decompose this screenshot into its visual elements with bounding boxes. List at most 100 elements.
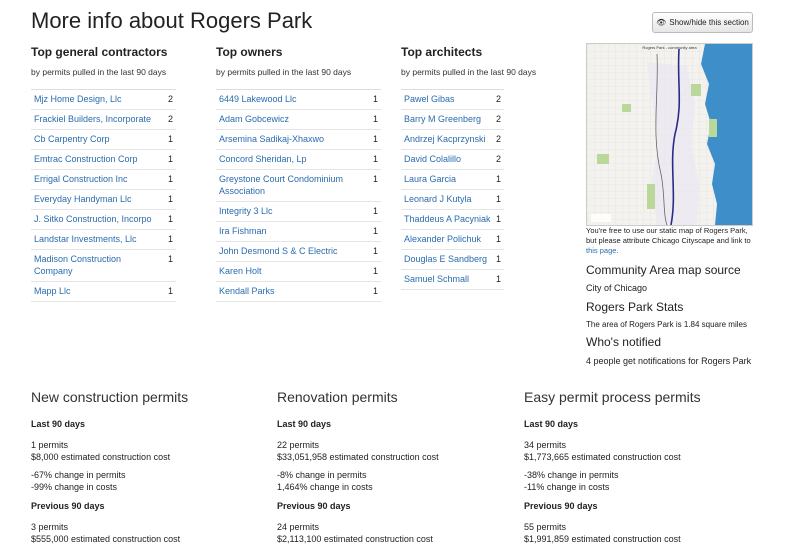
- list-item-link[interactable]: Concord Sheridan, Lp: [219, 153, 347, 165]
- map-graphic: [587, 44, 752, 225]
- list-item-link[interactable]: Frackiel Builders, Incorporate: [34, 113, 162, 125]
- list-item-link[interactable]: 6449 Lakewood Llc: [219, 93, 347, 105]
- owners-title: Top owners: [216, 45, 283, 59]
- list-item: Leonard J Kutyla 1: [401, 190, 504, 210]
- list-item: Landstar Investments, Llc 1: [31, 230, 176, 250]
- list-item: J. Sitko Construction, Incorpo 1: [31, 210, 176, 230]
- map-caption-text: You're free to use our static map of Rog…: [586, 226, 751, 245]
- list-item-link[interactable]: Thaddeus A Pacyniak: [404, 213, 496, 225]
- list-item-link[interactable]: Mjz Home Design, Llc: [34, 93, 162, 105]
- prev-permits: 55 permits: [524, 522, 567, 532]
- list-item: Cb Carpentry Corp 1: [31, 130, 176, 150]
- list-item-link[interactable]: Alexander Polichuk: [404, 233, 496, 245]
- contractors-list: Mjz Home Design, Llc 2 Frackiel Builders, …: [31, 89, 176, 302]
- last-cost: $8,000 estimated construction cost: [31, 452, 171, 462]
- prev-90-label: Previous 90 days: [31, 501, 105, 511]
- list-item-count: 1: [167, 234, 173, 244]
- page-title: More info about Rogers Park: [31, 8, 313, 33]
- list-item-link[interactable]: Barry M Greenberg: [404, 113, 496, 125]
- list-item: Barry M Greenberg 2: [401, 110, 504, 130]
- stat-title: Renovation permits: [277, 389, 398, 405]
- last-permits: 34 permits: [524, 440, 567, 450]
- list-item-link[interactable]: Ira Fishman: [219, 225, 347, 237]
- top-architects-column: Top architects by permits pulled in the …: [401, 45, 536, 290]
- list-item-link[interactable]: Errigal Construction Inc: [34, 173, 162, 185]
- list-item-link[interactable]: Mapp Llc: [34, 285, 162, 297]
- list-item-link[interactable]: David Colalillo: [404, 153, 496, 165]
- change-permits: -38% change in permits: [524, 470, 619, 480]
- list-item-count: 2: [167, 94, 173, 104]
- list-item-link[interactable]: Laura Garcia: [404, 173, 496, 185]
- change-permits: -8% change in permits: [277, 470, 367, 480]
- list-item-count: 1: [372, 114, 378, 124]
- prev-cost: $555,000 estimated construction cost: [31, 534, 181, 544]
- list-item-count: 2: [495, 134, 501, 144]
- list-item-link[interactable]: Kendall Parks: [219, 285, 347, 297]
- architects-list: Pawel Gibas 2 Barry M Greenberg 2 Andrzej Ka…: [401, 89, 504, 290]
- list-item-link[interactable]: Everyday Handyman Llc: [34, 193, 162, 205]
- easy-permit-stats: Easy permit process permits Last 90 days…: [524, 389, 734, 545]
- list-item-count: 1: [167, 286, 173, 296]
- community-area-map[interactable]: Rogers Park - community area: [586, 43, 753, 226]
- list-item: Ira Fishman 1: [216, 222, 381, 242]
- map-title: Rogers Park - community area: [642, 45, 697, 50]
- area-stats-heading: Rogers Park Stats: [586, 300, 684, 314]
- list-item: Greystone Court Condominium Association 1: [216, 170, 381, 202]
- list-item-link[interactable]: Leonard J Kutyla: [404, 193, 496, 205]
- owners-list: 6449 Lakewood Llc 1 Adam Gobcewicz 1 Arsemin…: [216, 89, 381, 302]
- list-item-link[interactable]: Landstar Investments, Llc: [34, 233, 162, 245]
- notified-text: 4 people get notifications for Rogers Pa…: [586, 356, 752, 366]
- last-permits: 22 permits: [277, 440, 320, 450]
- list-item: Karen Holt 1: [216, 262, 381, 282]
- list-item: Everyday Handyman Llc 1: [31, 190, 176, 210]
- list-item-link[interactable]: Douglas E Sandberg: [404, 253, 496, 265]
- list-item-count: 1: [495, 274, 501, 284]
- list-item-link[interactable]: John Desmond S & C Electric: [219, 245, 347, 257]
- show-hide-label: Show/hide this section: [669, 18, 749, 27]
- this-page-link[interactable]: this page: [586, 246, 616, 255]
- list-item: Arsemina Sadikaj-Xhaxwo 1: [216, 130, 381, 150]
- list-item-link[interactable]: Adam Gobcewicz: [219, 113, 347, 125]
- last-cost: $1,773,665 estimated construction cost: [524, 452, 681, 462]
- list-item: Mapp Llc 1: [31, 282, 176, 302]
- list-item-count: 1: [167, 174, 173, 184]
- stat-title: New construction permits: [31, 389, 189, 405]
- list-item-link[interactable]: Madison Construction Company: [34, 253, 162, 277]
- list-item-link[interactable]: Arsemina Sadikaj-Xhaxwo: [219, 133, 347, 145]
- top-owners-column: Top owners by permits pulled in the last…: [216, 45, 381, 302]
- list-item-count: 1: [372, 94, 378, 104]
- last-90-label: Last 90 days: [524, 419, 579, 429]
- prev-cost: $1,991,859 estimated construction cost: [524, 534, 681, 544]
- contractors-subtitle: by permits pulled in the last 90 days: [31, 67, 167, 77]
- list-item-link[interactable]: Emtrac Construction Corp: [34, 153, 162, 165]
- list-item: Mjz Home Design, Llc 2: [31, 90, 176, 110]
- list-item-link[interactable]: J. Sitko Construction, Incorpo: [34, 213, 162, 225]
- list-item: Integrity 3 Llc 1: [216, 202, 381, 222]
- city-of-chicago-link[interactable]: City of Chicago: [586, 283, 647, 293]
- list-item-count: 1: [495, 254, 501, 264]
- prev-permits: 3 permits: [31, 522, 69, 532]
- list-item-count: 1: [372, 266, 378, 276]
- list-item-count: 1: [167, 154, 173, 164]
- list-item: Alexander Polichuk 1: [401, 230, 504, 250]
- list-item-link[interactable]: Samuel Schmall: [404, 273, 496, 285]
- list-item: Thaddeus A Pacyniak 1: [401, 210, 504, 230]
- list-item-count: 1: [167, 254, 173, 264]
- architects-title: Top architects: [401, 45, 483, 59]
- list-item-count: 2: [167, 114, 173, 124]
- show-hide-section-button[interactable]: 👁 Show/hide this section: [652, 12, 753, 33]
- map-source-heading: Community Area map source: [586, 263, 741, 277]
- list-item-count: 2: [495, 114, 501, 124]
- list-item: Andrzej Kacprzynski 2: [401, 130, 504, 150]
- list-item-link[interactable]: Andrzej Kacprzynski: [404, 133, 496, 145]
- list-item: Kendall Parks 1: [216, 282, 381, 302]
- list-item-link[interactable]: Karen Holt: [219, 265, 347, 277]
- renovation-stats: Renovation permits Last 90 days 22 permi…: [277, 389, 487, 545]
- list-item-count: 2: [495, 154, 501, 164]
- list-item-link[interactable]: Pawel Gibas: [404, 93, 496, 105]
- stat-title: Easy permit process permits: [524, 389, 701, 405]
- list-item-link[interactable]: Cb Carpentry Corp: [34, 133, 162, 145]
- list-item-count: 1: [167, 194, 173, 204]
- list-item-link[interactable]: Greystone Court Condominium Association: [219, 173, 347, 197]
- list-item-link[interactable]: Integrity 3 Llc: [219, 205, 347, 217]
